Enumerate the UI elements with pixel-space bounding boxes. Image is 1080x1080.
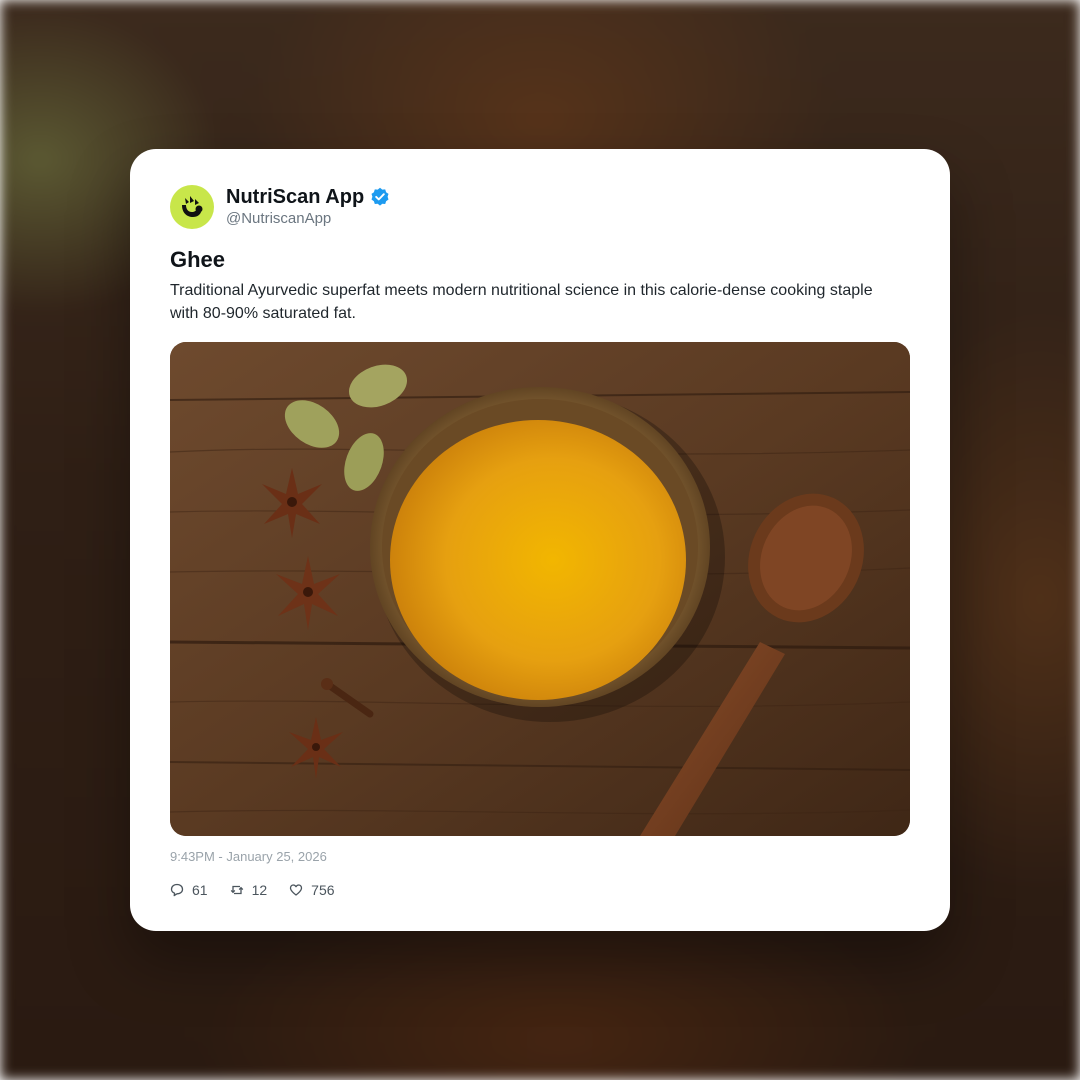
name-row: NutriScan App bbox=[226, 185, 390, 209]
post-header: NutriScan App @NutriscanApp bbox=[170, 185, 390, 229]
nutriscan-logo-icon bbox=[182, 196, 203, 217]
author-name[interactable]: NutriScan App bbox=[226, 185, 364, 209]
repost-button[interactable]: 12 bbox=[230, 882, 268, 898]
engagement-bar: 61 12 756 bbox=[170, 879, 357, 901]
repost-icon bbox=[230, 883, 244, 897]
post-title: Ghee bbox=[170, 247, 226, 272]
like-button[interactable]: 756 bbox=[289, 882, 335, 898]
post-card: NutriScan App @NutriscanApp Ghee Traditi… bbox=[130, 149, 950, 931]
author-identity: NutriScan App @NutriscanApp bbox=[226, 185, 390, 229]
reply-count: 61 bbox=[192, 882, 208, 898]
post-timestamp: 9:43PM - January 25, 2026 bbox=[170, 849, 327, 864]
verified-badge-icon bbox=[370, 187, 390, 207]
avatar[interactable] bbox=[170, 185, 214, 229]
repost-count: 12 bbox=[251, 882, 268, 898]
post-image[interactable] bbox=[170, 342, 910, 836]
comment-icon bbox=[170, 883, 184, 897]
heart-icon bbox=[289, 883, 303, 897]
like-count: 756 bbox=[311, 882, 335, 898]
author-handle[interactable]: @NutriscanApp bbox=[226, 209, 390, 229]
post-body: Traditional Ayurvedic superfat meets mod… bbox=[170, 282, 873, 322]
reply-button[interactable]: 61 bbox=[170, 882, 208, 898]
